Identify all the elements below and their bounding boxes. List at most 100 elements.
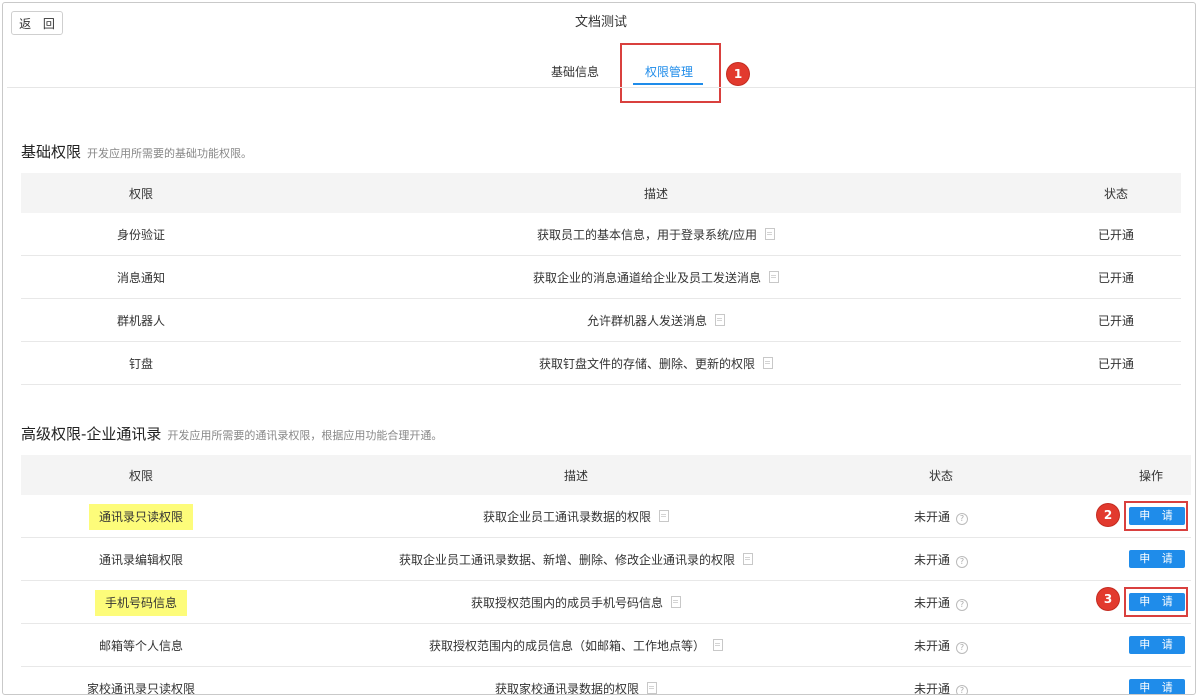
apply-wrap: 申 请: [1124, 587, 1188, 617]
perm-name: 邮箱等个人信息: [21, 623, 261, 667]
desc-text: 获取家校通讯录数据的权限: [494, 681, 639, 695]
perm-desc: 获取企业员工通讯录数据、新增、删除、修改企业通讯录的权限: [261, 537, 891, 581]
help-icon[interactable]: ?: [956, 641, 968, 654]
action-cell: 申 请: [991, 537, 1191, 581]
advanced-section-heading: 高级权限-企业通讯录 开发应用所需要的通讯录权限，根据应用功能合理开通。: [21, 423, 442, 444]
desc-text: 获取授权范围内的成员信息（如邮箱、工作地点等）: [428, 638, 705, 653]
perm-desc: 获取员工的基本信息，用于登录系统/应用: [261, 213, 1051, 256]
doc-icon[interactable]: [713, 638, 723, 651]
doc-icon[interactable]: [763, 356, 773, 369]
perm-desc: 获取企业员工通讯录数据的权限: [261, 495, 891, 538]
perm-desc: 获取企业的消息通道给企业及员工发送消息: [261, 255, 1051, 299]
doc-icon[interactable]: [715, 313, 725, 326]
desc-text: 获取授权范围内的成员手机号码信息: [470, 595, 663, 610]
header-desc: 描述: [261, 455, 891, 495]
tab-basic-info[interactable]: 基础信息: [551, 63, 599, 80]
apply-button[interactable]: 申 请: [1129, 636, 1185, 654]
table-row: 通讯录只读权限 获取企业员工通讯录数据的权限 未开通? 申 请: [21, 495, 1191, 538]
table-row: 身份验证 获取员工的基本信息，用于登录系统/应用 已开通: [21, 213, 1181, 256]
header-status: 状态: [891, 455, 991, 495]
desc-text: 获取企业员工通讯录数据、新增、删除、修改企业通讯录的权限: [398, 552, 735, 567]
action-cell: 申 请: [991, 666, 1191, 694]
help-icon[interactable]: ?: [956, 555, 968, 568]
table-row: 邮箱等个人信息 获取授权范围内的成员信息（如邮箱、工作地点等） 未开通? 申 请: [21, 623, 1191, 667]
perm-status: 未开通?: [891, 495, 991, 538]
action-cell: 申 请: [991, 580, 1191, 624]
doc-icon[interactable]: [647, 681, 657, 694]
perm-name: 身份验证: [21, 213, 261, 256]
perm-desc: 获取授权范围内的成员信息（如邮箱、工作地点等）: [261, 623, 891, 667]
perm-status: 已开通: [1051, 255, 1181, 299]
status-text: 未开通: [913, 509, 950, 524]
help-icon[interactable]: ?: [956, 512, 968, 525]
advanced-permissions-table: 权限 描述 状态 操作 通讯录只读权限 获取企业员工通讯录数据的权限 未开通? …: [21, 455, 1191, 695]
desc-text: 获取员工的基本信息，用于登录系统/应用: [536, 227, 758, 242]
table-row: 消息通知 获取企业的消息通道给企业及员工发送消息 已开通: [21, 255, 1181, 299]
desc-text: 获取企业员工通讯录数据的权限: [482, 509, 651, 524]
apply-wrap: 申 请: [1124, 501, 1188, 531]
tabs-divider: [7, 87, 1195, 88]
perm-name: 群机器人: [21, 298, 261, 342]
perm-name: 钉盘: [21, 341, 261, 385]
table-header-row: 权限 描述 状态 操作: [21, 455, 1191, 495]
perm-status: 已开通: [1051, 298, 1181, 342]
perm-status: 未开通?: [891, 623, 991, 667]
annotation-badge-2: 2: [1097, 504, 1119, 526]
highlighted-perm-name: 通讯录只读权限: [88, 503, 193, 530]
basic-section-subtitle: 开发应用所需要的基础功能权限。: [87, 147, 253, 160]
header-perm: 权限: [21, 455, 261, 495]
annotation-box-tab: [620, 43, 721, 103]
advanced-section-subtitle: 开发应用所需要的通讯录权限，根据应用功能合理开通。: [167, 429, 443, 442]
perm-desc: 获取钉盘文件的存储、删除、更新的权限: [261, 341, 1051, 385]
desc-text: 允许群机器人发送消息: [586, 313, 707, 328]
header-status: 状态: [1051, 173, 1181, 213]
doc-icon[interactable]: [743, 552, 753, 565]
perm-status: 未开通?: [891, 537, 991, 581]
status-text: 未开通: [913, 552, 950, 567]
annotation-badge-3: 3: [1097, 588, 1119, 610]
perm-desc: 允许群机器人发送消息: [261, 298, 1051, 342]
perm-name: 家校通讯录只读权限: [21, 666, 261, 694]
doc-icon[interactable]: [659, 509, 669, 522]
perm-desc: 获取授权范围内的成员手机号码信息: [261, 580, 891, 624]
table-row: 通讯录编辑权限 获取企业员工通讯录数据、新增、删除、修改企业通讯录的权限 未开通…: [21, 537, 1191, 581]
doc-icon[interactable]: [765, 227, 776, 240]
advanced-section-title: 高级权限-企业通讯录: [21, 425, 162, 443]
doc-icon[interactable]: [671, 595, 681, 608]
status-text: 未开通: [913, 638, 950, 653]
annotation-box-apply: [1124, 587, 1188, 617]
annotation-badge-1: 1: [727, 63, 749, 85]
help-icon[interactable]: ?: [956, 598, 968, 611]
perm-status: 未开通?: [891, 580, 991, 624]
highlighted-perm-name: 手机号码信息: [94, 589, 187, 616]
basic-section-heading: 基础权限 开发应用所需要的基础功能权限。: [21, 141, 252, 162]
perm-status: 已开通: [1051, 341, 1181, 385]
table-row: 家校通讯录只读权限 获取家校通讯录数据的权限 未开通? 申 请: [21, 666, 1191, 695]
app-window: 返 回 文档测试 基础信息 权限管理 1 基础权限 开发应用所需要的基础功能权限。…: [2, 2, 1196, 695]
status-text: 未开通: [913, 681, 950, 695]
header-perm: 权限: [21, 173, 261, 213]
table-header-row: 权限 描述 状态: [21, 173, 1181, 213]
perm-name: 通讯录只读权限: [21, 495, 261, 538]
desc-text: 获取企业的消息通道给企业及员工发送消息: [532, 270, 761, 285]
action-cell: 申 请: [991, 623, 1191, 667]
header-action: 操作: [991, 455, 1191, 495]
table-row: 手机号码信息 获取授权范围内的成员手机号码信息 未开通? 申 请: [21, 580, 1191, 624]
help-icon[interactable]: ?: [956, 684, 968, 694]
perm-desc: 获取家校通讯录数据的权限: [261, 666, 891, 695]
perm-name: 消息通知: [21, 255, 261, 299]
header-desc: 描述: [261, 173, 1051, 213]
tab-bar: 基础信息 权限管理: [3, 55, 1195, 85]
table-row: 钉盘 获取钉盘文件的存储、删除、更新的权限 已开通: [21, 341, 1181, 385]
doc-icon[interactable]: [769, 270, 779, 283]
table-row: 群机器人 允许群机器人发送消息 已开通: [21, 298, 1181, 342]
action-cell: 申 请: [991, 495, 1191, 538]
perm-name: 通讯录编辑权限: [21, 537, 261, 581]
annotation-box-apply: [1124, 501, 1188, 531]
status-text: 未开通: [913, 595, 950, 610]
basic-permissions-table: 权限 描述 状态 身份验证 获取员工的基本信息，用于登录系统/应用 已开通 消息…: [21, 173, 1181, 385]
basic-section-title: 基础权限: [21, 143, 82, 161]
apply-button[interactable]: 申 请: [1129, 550, 1185, 568]
perm-status: 未开通?: [891, 666, 991, 695]
apply-button[interactable]: 申 请: [1129, 679, 1185, 694]
